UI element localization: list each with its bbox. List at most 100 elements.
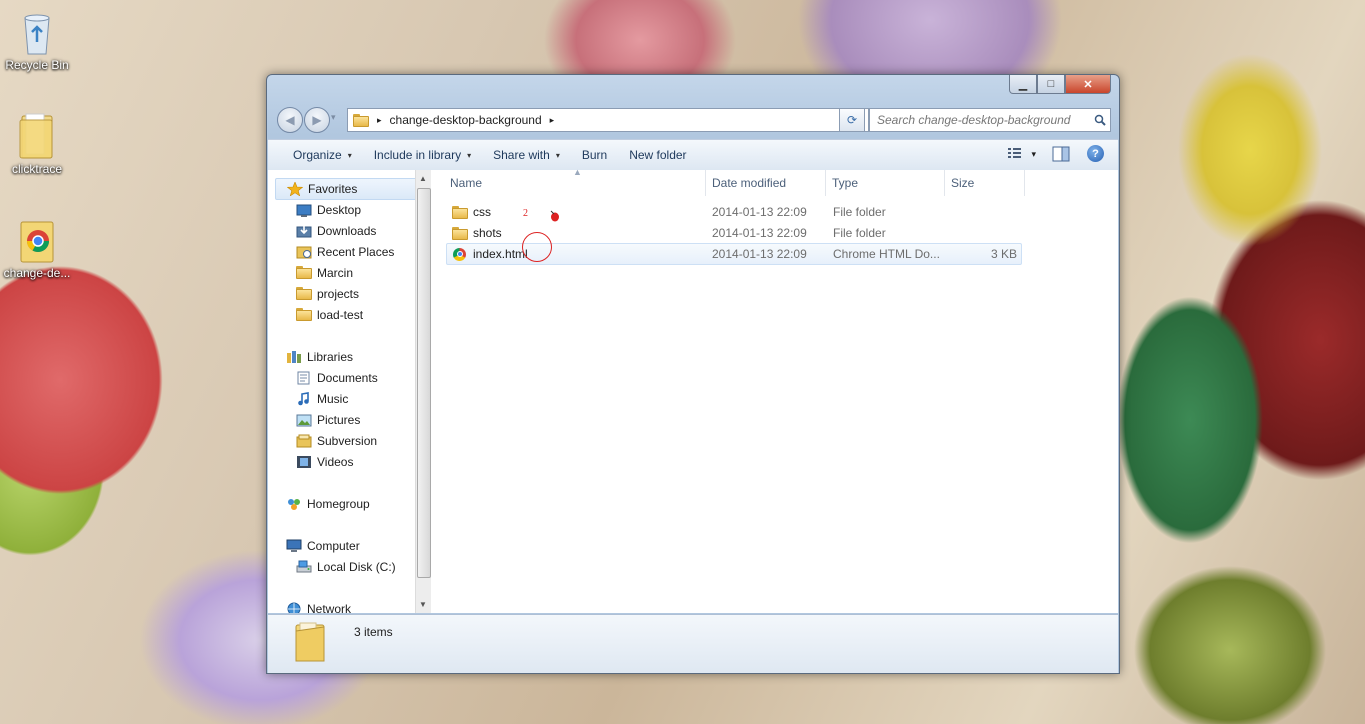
folder-icon [296, 287, 312, 300]
folder-chrome-icon [16, 216, 58, 264]
navigation-scrollbar[interactable]: ▲ ▼ [415, 170, 431, 613]
command-bar: Organize ▾ Include in library ▾ Share wi… [268, 139, 1118, 171]
nav-item-recent-places[interactable]: Recent Places [296, 242, 394, 262]
navigation-pane: Favorites Desktop Downloads Recent Place… [274, 170, 420, 613]
column-header-date-modified[interactable]: Date modified [706, 170, 826, 196]
file-date: 2014-01-13 22:09 [712, 205, 807, 219]
include-in-library-button[interactable]: Include in library ▾ [363, 148, 482, 162]
nav-computer-label: Computer [307, 539, 360, 553]
recent-pages-button[interactable]: ▾ [331, 112, 336, 123]
new-folder-button[interactable]: New folder [618, 148, 697, 162]
column-size-label: Size [951, 176, 975, 190]
address-bar[interactable]: ▸ change-desktop-background ▸ ▾ [347, 108, 869, 132]
file-date: 2014-01-13 22:09 [712, 247, 807, 261]
nav-item-label: Downloads [317, 224, 377, 238]
forward-button[interactable]: ▶ [304, 107, 330, 133]
computer-icon [286, 539, 302, 553]
share-with-button[interactable]: Share with ▾ [482, 148, 571, 162]
pictures-icon [296, 413, 312, 427]
burn-button[interactable]: Burn [571, 148, 618, 162]
nav-homegroup[interactable]: Homegroup [286, 494, 370, 514]
videos-icon [296, 455, 312, 469]
details-pane: 3 items [268, 614, 1118, 673]
desktop-icon-clicktrace[interactable]: clicktrace [0, 112, 74, 176]
organize-button[interactable]: Organize ▾ [282, 148, 363, 162]
nav-item-music[interactable]: Music [296, 389, 348, 409]
search-icon[interactable] [1090, 114, 1110, 126]
help-button[interactable]: ? [1087, 145, 1104, 162]
file-row[interactable]: css 2014-01-13 22:09 File folder [447, 202, 1021, 222]
folder-icon [294, 621, 328, 666]
chevron-down-icon: ▾ [467, 150, 472, 160]
network-icon [286, 602, 302, 613]
breadcrumb-path[interactable]: change-desktop-background [390, 113, 542, 127]
nav-item-desktop[interactable]: Desktop [296, 200, 361, 220]
refresh-button[interactable]: ⟳ [839, 108, 865, 132]
downloads-icon [296, 224, 312, 238]
preview-pane-icon[interactable] [1052, 146, 1070, 165]
share-with-label: Share with [493, 148, 550, 162]
folder-icon [16, 112, 58, 160]
nav-item-local-disk[interactable]: Local Disk (C:) [296, 557, 396, 577]
nav-item-label: projects [317, 287, 360, 301]
drive-icon [296, 560, 312, 574]
desktop-icon [296, 203, 312, 217]
file-name[interactable]: index.html [473, 244, 528, 264]
music-icon [296, 392, 312, 406]
mouse-icon [549, 210, 561, 225]
nav-item-documents[interactable]: Documents [296, 368, 378, 388]
search-input[interactable]: Search change-desktop-background [870, 113, 1090, 127]
explorer-window: ▁ □ ✕ ◀ ▶ ▾ ▸ change-desktop-background … [266, 74, 1120, 674]
click-marker-number: 2 [523, 208, 528, 219]
minimize-button[interactable]: ▁ [1009, 75, 1037, 94]
file-name[interactable]: css [473, 202, 491, 222]
breadcrumb-separator[interactable]: ▸ [377, 115, 382, 126]
nav-item-label: load-test [317, 308, 364, 322]
organize-label: Organize [293, 148, 342, 162]
nav-favorites-label: Favorites [308, 182, 358, 196]
column-header-size[interactable]: Size [945, 170, 1025, 196]
nav-network-label: Network [307, 602, 352, 613]
nav-item-downloads[interactable]: Downloads [296, 221, 376, 241]
nav-item-projects[interactable]: projects [296, 284, 359, 304]
column-header-type[interactable]: Type [826, 170, 945, 196]
file-type: Chrome HTML Do... [833, 247, 940, 261]
folder-icon [296, 308, 312, 321]
desktop-icon-change-desktop-background[interactable]: change-de... [0, 216, 74, 280]
breadcrumb-separator[interactable]: ▸ [550, 115, 555, 126]
nav-libraries-label: Libraries [307, 350, 354, 364]
nav-item-label: Subversion [317, 434, 378, 448]
maximize-button[interactable]: □ [1037, 75, 1065, 94]
nav-favorites[interactable]: Favorites [275, 178, 420, 200]
nav-item-marcin[interactable]: Marcin [296, 263, 353, 283]
nav-item-subversion[interactable]: Subversion [296, 431, 377, 451]
change-view-button[interactable]: ▾ [1007, 146, 1036, 163]
click-marker-circle [522, 232, 552, 262]
desktop-icon-label: change-de... [3, 266, 71, 280]
scroll-up-arrow[interactable]: ▲ [419, 174, 427, 183]
scroll-down-arrow[interactable]: ▼ [419, 600, 427, 609]
search-box[interactable]: Search change-desktop-background [869, 108, 1111, 132]
homegroup-icon [286, 497, 302, 511]
file-type: File folder [833, 205, 886, 219]
scrollbar-thumb[interactable] [417, 188, 431, 578]
file-name[interactable]: shots [473, 223, 502, 243]
nav-network[interactable]: Network [286, 599, 351, 613]
nav-item-label: Marcin [317, 266, 354, 280]
content-area: Favorites Desktop Downloads Recent Place… [268, 167, 1118, 613]
nav-item-videos[interactable]: Videos [296, 452, 353, 472]
library-folder-icon [296, 434, 312, 448]
column-header-name[interactable]: Name [434, 170, 706, 196]
folder-icon [452, 226, 468, 240]
desktop-icon-recycle-bin[interactable]: Recycle Bin [0, 8, 74, 72]
back-button[interactable]: ◀ [277, 107, 303, 133]
file-size: 3 KB [990, 247, 1017, 261]
close-button[interactable]: ✕ [1065, 75, 1111, 94]
nav-item-load-test[interactable]: load-test [296, 305, 363, 325]
nav-computer[interactable]: Computer [286, 536, 360, 556]
nav-item-pictures[interactable]: Pictures [296, 410, 360, 430]
documents-icon [296, 371, 312, 385]
nav-item-label: Recent Places [317, 245, 395, 259]
nav-libraries[interactable]: Libraries [286, 347, 353, 367]
item-count: 3 items [354, 625, 393, 639]
